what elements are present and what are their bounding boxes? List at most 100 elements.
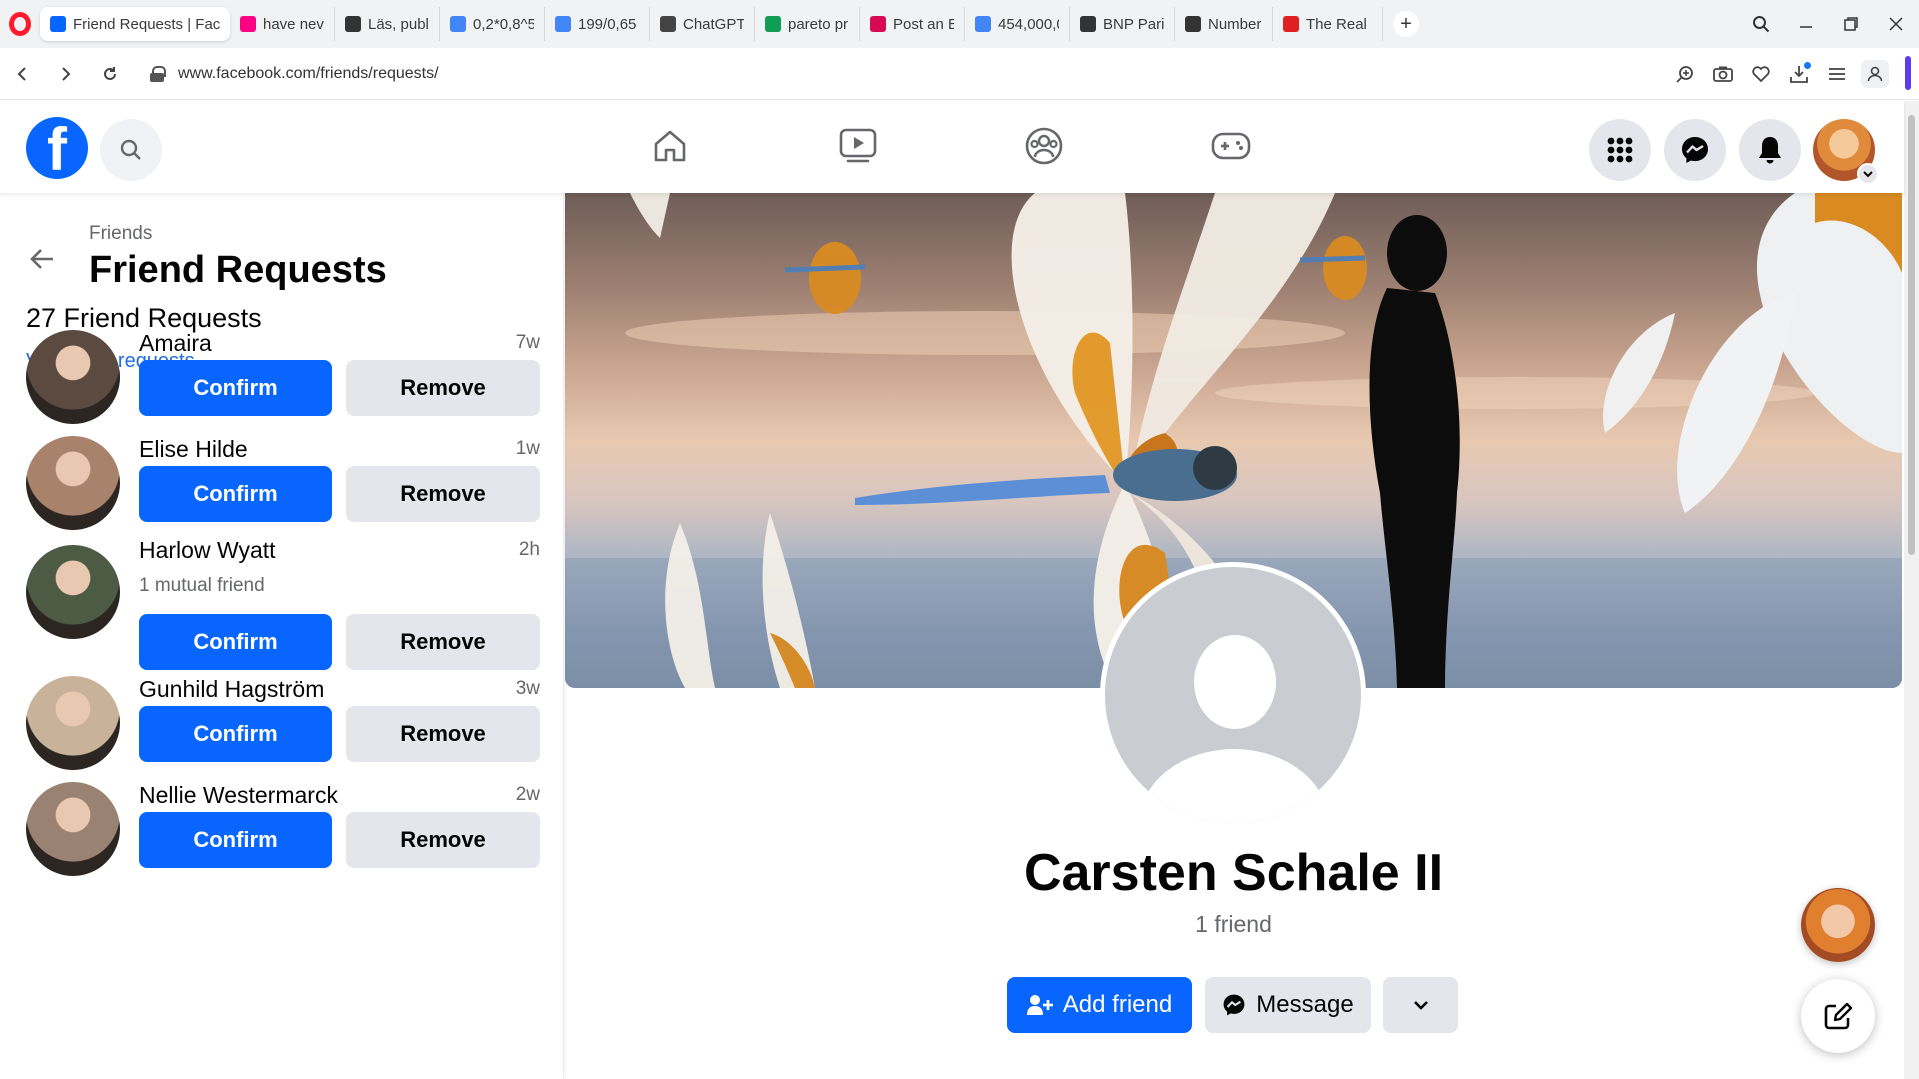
breadcrumb[interactable]: Friends [89, 223, 152, 245]
back-arrow-icon[interactable] [22, 239, 62, 279]
reload-icon[interactable] [88, 52, 132, 96]
request-time: 1w [515, 438, 540, 459]
requester-name[interactable]: Nellie Westermarck [139, 782, 338, 809]
page-scrollbar[interactable] [1904, 101, 1919, 1079]
groups-icon[interactable] [1019, 121, 1069, 171]
tab-title: Friend Requests | Faceb [73, 15, 220, 33]
easy-setup-icon[interactable] [1823, 60, 1851, 88]
requester-avatar[interactable] [26, 676, 120, 770]
new-tab-button[interactable]: + [1393, 11, 1419, 37]
mutual-friends[interactable]: 1 mutual friend [139, 575, 265, 597]
confirm-button[interactable]: Confirm [139, 466, 332, 522]
chat-head-avatar[interactable] [1801, 888, 1875, 962]
close-window-icon[interactable] [1873, 0, 1919, 48]
notifications-bell-icon[interactable] [1739, 119, 1801, 181]
browser-tab[interactable]: pareto princip [755, 7, 860, 41]
browser-tab[interactable]: ChatGPT [650, 7, 755, 41]
add-friend-icon [1026, 995, 1053, 1015]
message-label: Message [1256, 991, 1354, 1018]
add-friend-button[interactable]: Add friend [1007, 977, 1192, 1033]
heart-icon[interactable] [1747, 60, 1775, 88]
friend-request-item[interactable]: Gunhild Hagström 3w Confirm Remove [26, 676, 540, 786]
profile-preview: Carsten Schale II 1 friend Add friend Me… [563, 193, 1904, 1079]
requester-name[interactable]: Elise Hilde [139, 436, 248, 463]
account-icon[interactable] [1861, 60, 1889, 88]
remove-button[interactable]: Remove [346, 360, 540, 416]
requester-name[interactable]: Harlow Wyatt [139, 537, 276, 564]
lock-icon[interactable] [150, 65, 166, 82]
friend-request-item[interactable]: Nellie Westermarck 2w Confirm Remove [26, 782, 540, 892]
profile-name[interactable]: Carsten Schale II [563, 843, 1904, 903]
browser-tab[interactable]: 199/0,65 - Sol [545, 7, 650, 41]
remove-button[interactable]: Remove [346, 466, 540, 522]
browser-tab[interactable]: BNP Paribas - [1070, 7, 1175, 41]
new-message-button[interactable] [1801, 979, 1875, 1053]
minimize-icon[interactable] [1783, 0, 1829, 48]
camera-icon[interactable] [1709, 60, 1737, 88]
friend-request-item[interactable]: Harlow Wyatt 2h 1 mutual friend Confirm Remo… [26, 537, 540, 670]
friend-request-item[interactable]: Amaira 7w Confirm Remove [26, 330, 540, 440]
tab-title: have never ac [263, 15, 324, 33]
request-time: 2w [515, 784, 540, 805]
requester-name[interactable]: Amaira [139, 330, 212, 357]
requester-name[interactable]: Gunhild Hagström [139, 676, 324, 703]
zoom-icon[interactable] [1671, 60, 1699, 88]
browser-tab[interactable]: Läs, publicera [335, 7, 440, 41]
remove-button[interactable]: Remove [346, 812, 540, 868]
browser-tab[interactable]: Post an Entry [860, 7, 965, 41]
browser-tab-bar: Friend Requests | Faceb have never ac Läs,… [0, 0, 1919, 48]
home-icon[interactable] [645, 121, 695, 171]
confirm-button[interactable]: Confirm [139, 614, 332, 670]
chevron-down-icon[interactable] [1857, 163, 1879, 185]
browser-tab[interactable]: 454,000,000,0 [965, 7, 1070, 41]
back-icon[interactable] [0, 52, 44, 96]
page-title: Friend Requests [89, 249, 387, 291]
profile-friend-count[interactable]: 1 friend [563, 911, 1904, 938]
browser-tab[interactable]: 0,2*0,8^5 - Sc [440, 7, 545, 41]
sheets-icon [765, 16, 781, 32]
tab-title: 199/0,65 - Sol [578, 15, 639, 33]
c-icon [1283, 16, 1299, 32]
browser-tab[interactable]: The Real Pres [1273, 7, 1383, 41]
confirm-button[interactable]: Confirm [139, 360, 332, 416]
forward-icon[interactable] [44, 52, 88, 96]
tab-title: BNP Paribas - [1103, 15, 1164, 33]
browser-tab[interactable]: Number and [1175, 7, 1273, 41]
facebook-header: f [0, 101, 1904, 193]
restore-icon[interactable] [1828, 0, 1874, 48]
message-button[interactable]: Message [1205, 977, 1371, 1033]
search-tabs-icon[interactable] [1738, 0, 1784, 48]
more-options-button[interactable] [1383, 977, 1458, 1033]
request-time: 7w [515, 332, 540, 353]
messenger-icon[interactable] [1664, 119, 1726, 181]
confirm-button[interactable]: Confirm [139, 706, 332, 762]
requester-avatar[interactable] [26, 782, 120, 876]
chevron-down-icon [1413, 1001, 1428, 1010]
requester-avatar[interactable] [26, 330, 120, 424]
friend-request-item[interactable]: Elise Hilde 1w Confirm Remove [26, 436, 540, 546]
browser-tab[interactable]: Friend Requests | Faceb [40, 7, 230, 41]
google-icon [555, 16, 571, 32]
account-avatar[interactable] [1813, 119, 1879, 185]
menu-grid-icon[interactable] [1589, 119, 1651, 181]
video-icon[interactable] [833, 121, 883, 171]
compose-icon [1824, 1002, 1853, 1030]
facebook-logo-icon[interactable]: f [26, 117, 88, 180]
flickr-icon [240, 16, 256, 32]
sidebar-strip[interactable] [1905, 56, 1911, 90]
requester-avatar[interactable] [26, 436, 120, 530]
dragonfly-body [855, 446, 1237, 505]
google-icon [450, 16, 466, 32]
opera-logo-icon[interactable] [0, 0, 40, 48]
gaming-icon[interactable] [1206, 121, 1256, 171]
requester-avatar[interactable] [26, 545, 120, 639]
browser-tab[interactable]: have never ac [230, 7, 335, 41]
url-field[interactable]: www.facebook.com/friends/requests/ [178, 65, 439, 83]
confirm-button[interactable]: Confirm [139, 812, 332, 868]
chatgpt-icon [660, 16, 676, 32]
profile-picture-placeholder[interactable] [1100, 562, 1366, 828]
download-icon[interactable] [1785, 60, 1813, 88]
search-icon[interactable] [100, 119, 162, 181]
remove-button[interactable]: Remove [346, 706, 540, 762]
remove-button[interactable]: Remove [346, 614, 540, 670]
